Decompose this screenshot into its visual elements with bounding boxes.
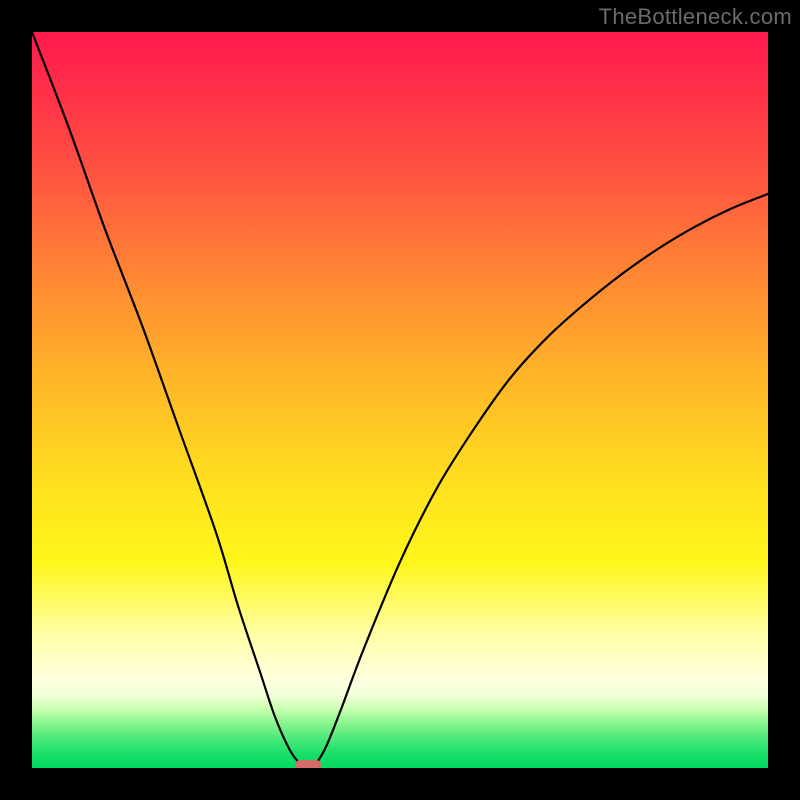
watermark-text: TheBottleneck.com [599, 4, 792, 30]
plot-area [32, 32, 768, 768]
chart-frame: TheBottleneck.com [0, 0, 800, 800]
minimum-marker [295, 760, 321, 768]
bottleneck-curve-path [32, 32, 768, 768]
curve-svg [32, 32, 768, 768]
